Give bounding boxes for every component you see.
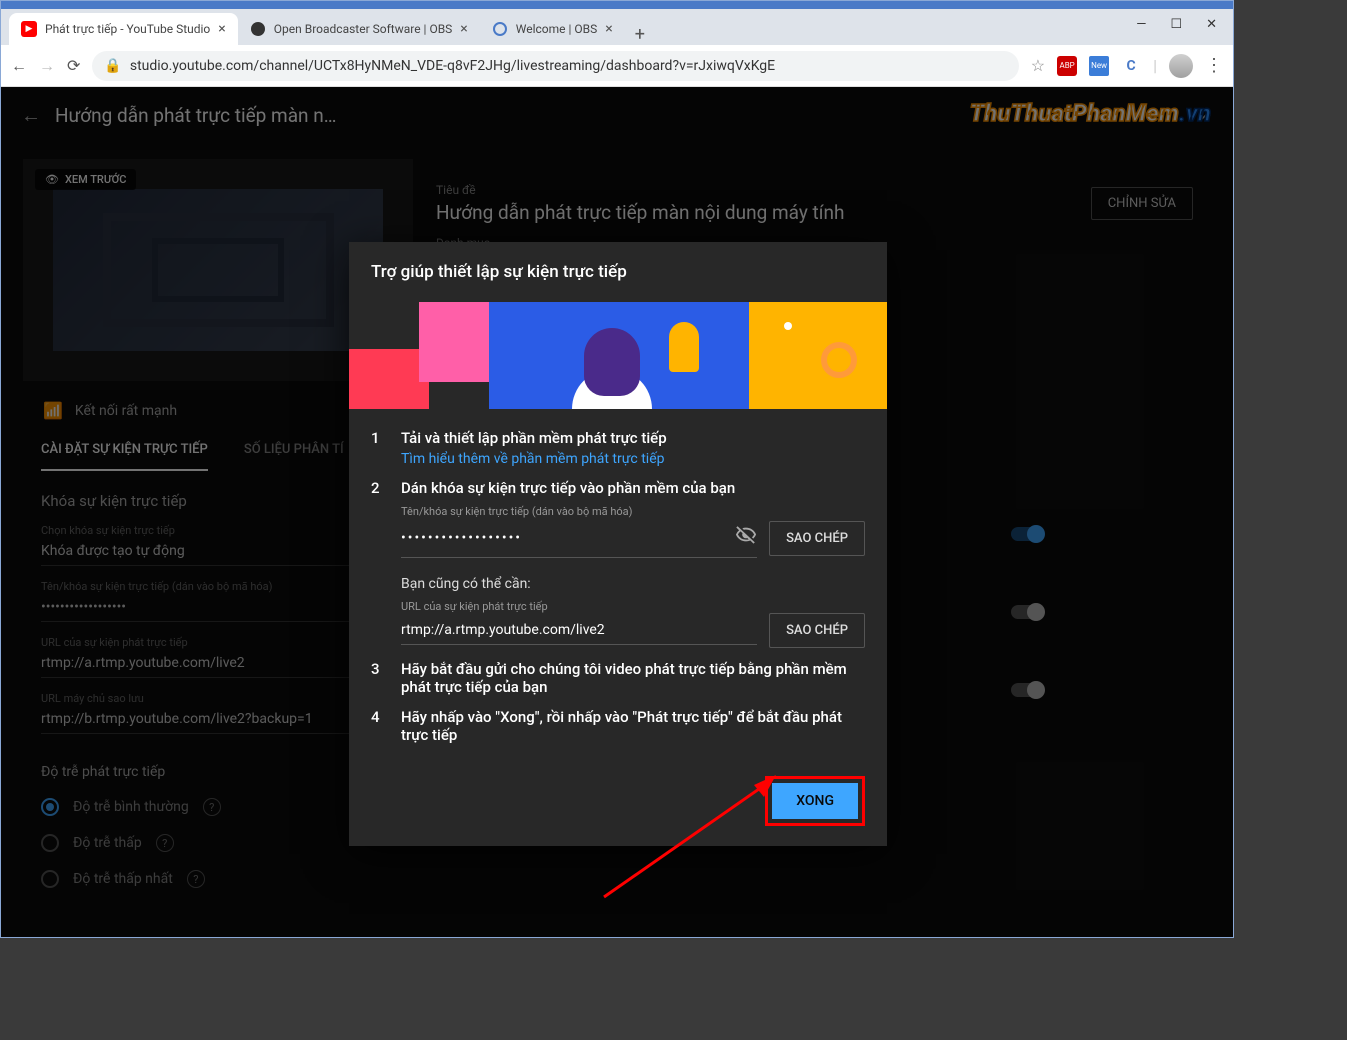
step-2: 2 Dán khóa sự kiện trực tiếp vào phần mề… [371, 479, 865, 648]
menu-icon[interactable]: ⋮ [1205, 55, 1223, 76]
modal-footer: XONG [349, 764, 887, 846]
done-button-highlight: XONG [765, 776, 865, 826]
tab-title: Phát trực tiếp - YouTube Studio [45, 22, 210, 36]
address-bar: ← → ⟳ 🔒 studio.youtube.com/channel/UCTx8… [1, 45, 1233, 87]
new-extension-icon[interactable]: New [1089, 56, 1109, 76]
url-bar[interactable]: 🔒 studio.youtube.com/channel/UCTx8HyNMeN… [92, 51, 1018, 81]
step-3-title: Hãy bắt đầu gửi cho chúng tôi video phát… [401, 660, 865, 696]
c-extension-icon[interactable]: C [1121, 56, 1141, 76]
obs-favicon-icon [492, 21, 508, 37]
tab-youtube-studio[interactable]: ▶ Phát trực tiếp - YouTube Studio × [9, 13, 238, 45]
step-3: 3 Hãy bắt đầu gửi cho chúng tôi video ph… [371, 660, 865, 696]
stream-key-label: Tên/khóa sự kiện trực tiếp (dán vào bộ m… [401, 505, 865, 518]
step-4-title: Hãy nhấp vào "Xong", rồi nhấp vào "Phát … [401, 708, 865, 744]
new-tab-button[interactable]: + [625, 24, 655, 45]
step-2-title: Dán khóa sự kiện trực tiếp vào phần mềm … [401, 479, 865, 497]
copy-key-button[interactable]: SAO CHÉP [769, 521, 865, 556]
obs-favicon-icon [250, 21, 266, 37]
window-titlebar [1, 1, 1233, 9]
url-text: studio.youtube.com/channel/UCTx8HyNMeN_V… [130, 58, 775, 74]
step-4: 4 Hãy nhấp vào "Xong", rồi nhấp vào "Phá… [371, 708, 865, 744]
tab-close-icon[interactable]: × [218, 21, 225, 37]
star-icon[interactable]: ☆ [1031, 56, 1045, 75]
reload-button-icon[interactable]: ⟳ [67, 56, 80, 75]
copy-url-button[interactable]: SAO CHÉP [769, 613, 865, 648]
tab-obs[interactable]: Open Broadcaster Software | OBS × [238, 13, 480, 45]
visibility-off-icon[interactable] [735, 524, 757, 551]
tab-welcome[interactable]: Welcome | OBS × [480, 13, 625, 45]
minimize-icon[interactable]: — [1136, 17, 1146, 32]
step-1-title: Tải và thiết lập phần mềm phát trực tiếp [401, 429, 865, 447]
profile-avatar-icon[interactable] [1169, 54, 1193, 78]
tab-strip: ▶ Phát trực tiếp - YouTube Studio × Open… [1, 9, 1233, 45]
stream-url-input[interactable]: rtmp://a.rtmp.youtube.com/live2 [401, 616, 757, 645]
tab-close-icon[interactable]: × [460, 21, 467, 37]
may-need-label: Bạn cũng có thể cần: [401, 576, 865, 592]
step-number: 2 [371, 479, 383, 648]
forward-button-icon: → [39, 56, 55, 76]
step-number: 3 [371, 660, 383, 696]
abp-extension-icon[interactable]: ABP [1057, 56, 1077, 76]
tab-close-icon[interactable]: × [605, 21, 612, 37]
step-1: 1 Tải và thiết lập phần mềm phát trực ti… [371, 429, 865, 467]
modal-title: Trợ giúp thiết lập sự kiện trực tiếp [349, 242, 887, 302]
close-icon[interactable]: ✕ [1206, 17, 1217, 32]
window-controls: — ☐ ✕ [1120, 9, 1233, 39]
modal-illustration [349, 302, 887, 409]
maximize-icon[interactable]: ☐ [1170, 17, 1182, 32]
lock-icon: 🔒 [104, 58, 121, 74]
tab-title: Welcome | OBS [516, 22, 598, 36]
stream-url-label: URL của sự kiện phát trực tiếp [401, 600, 865, 613]
setup-help-modal: Trợ giúp thiết lập sự kiện trực tiếp 1 T… [349, 242, 887, 846]
step-number: 1 [371, 429, 383, 467]
learn-more-link[interactable]: Tìm hiểu thêm về phần mềm phát trực tiếp [401, 451, 865, 467]
back-button-icon[interactable]: ← [11, 56, 27, 76]
chrome-window: ▶ Phát trực tiếp - YouTube Studio × Open… [0, 0, 1234, 938]
tab-title: Open Broadcaster Software | OBS [274, 22, 453, 36]
page-content: ← Hướng dẫn phát trực tiếp màn n… ↗ ThuT… [1, 87, 1233, 937]
stream-key-input[interactable]: •••••••••••••••••• [401, 518, 757, 558]
youtube-favicon-icon: ▶ [21, 21, 37, 37]
modal-body: 1 Tải và thiết lập phần mềm phát trực ti… [349, 409, 887, 764]
step-number: 4 [371, 708, 383, 744]
extensions: ABP New C | ⋮ [1057, 54, 1223, 78]
done-button[interactable]: XONG [772, 783, 858, 819]
